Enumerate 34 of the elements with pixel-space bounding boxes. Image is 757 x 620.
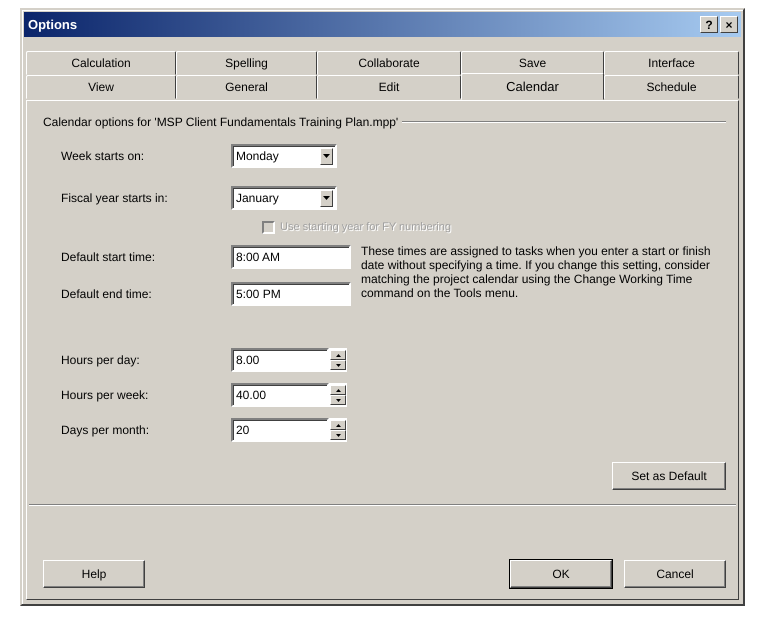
close-button[interactable]: × <box>720 16 738 33</box>
tab[interactable]: General <box>176 75 317 99</box>
tab[interactable]: Interface <box>604 51 739 75</box>
group-title: Calendar options for 'MSP Client Fundamentals Training Plan.mpp' <box>43 115 398 129</box>
text-field[interactable]: 8:00 AM <box>231 245 351 269</box>
field-label: Hours per day: <box>61 353 141 367</box>
window-title: Options <box>28 17 78 32</box>
dropdown[interactable]: January <box>231 186 337 210</box>
tab[interactable]: Calendar <box>461 73 604 100</box>
description-text: These times are assigned to tasks when you enter a start or finish date without specifying a time. If you change this setting, consider matching the project calendar using the Change Working Time command on the Tools menu. <box>361 244 712 300</box>
field-label: Fiscal year starts in: <box>61 191 169 205</box>
field-label: Days per month: <box>61 423 150 437</box>
set-as-default-button[interactable]: Set as Default <box>612 462 726 490</box>
dropdown[interactable]: Monday <box>231 144 337 168</box>
tab[interactable]: Schedule <box>604 75 739 99</box>
tab[interactable]: Collaborate <box>317 51 461 75</box>
field-label: Default end time: <box>61 287 153 301</box>
help-button[interactable]: ? <box>700 16 718 33</box>
spin-buttons[interactable] <box>329 383 347 407</box>
field-label: Week starts on: <box>61 149 146 163</box>
text-field[interactable]: 5:00 PM <box>231 282 351 306</box>
spin-buttons[interactable] <box>329 418 347 442</box>
dialog-button[interactable]: Cancel <box>624 560 726 588</box>
tab[interactable]: Calculation <box>26 51 176 75</box>
spin-field[interactable]: 20 <box>231 418 329 442</box>
spin-field[interactable]: 40.00 <box>231 383 329 407</box>
spin-buttons[interactable] <box>329 348 347 372</box>
field-label: Hours per week: <box>61 388 150 402</box>
dialog-button[interactable]: OK <box>510 560 612 588</box>
field-label: Default start time: <box>61 250 156 264</box>
tab[interactable]: Spelling <box>176 51 317 75</box>
dialog-button[interactable]: Help <box>43 560 145 588</box>
spin-field[interactable]: 8.00 <box>231 348 329 372</box>
tab[interactable]: View <box>26 75 176 99</box>
